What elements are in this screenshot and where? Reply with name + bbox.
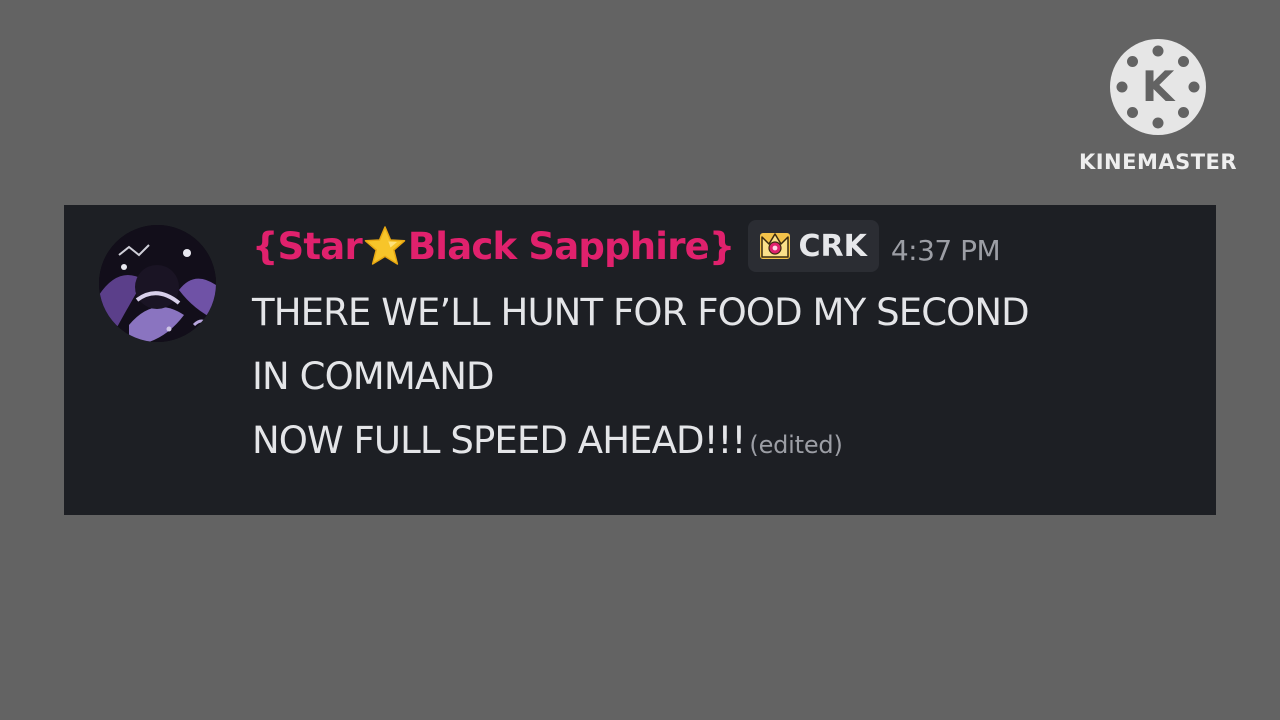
role-label: CRK bbox=[798, 228, 867, 264]
role-tag[interactable]: CRK bbox=[748, 220, 879, 272]
message-line-last: NOW FULL SPEED AHEAD!!! (edited) bbox=[252, 409, 1192, 473]
kinemaster-wordmark: KINEMASTER bbox=[1078, 150, 1238, 174]
message-header: {Star Black Sapphire} CRK 4:37 PM bbox=[252, 219, 1001, 273]
edited-indicator: (edited) bbox=[749, 431, 843, 459]
star-icon bbox=[364, 226, 406, 265]
avatar-image bbox=[99, 225, 216, 342]
message-timestamp[interactable]: 4:37 PM bbox=[891, 234, 1001, 267]
user-avatar[interactable] bbox=[99, 225, 216, 342]
username[interactable]: {Star Black Sapphire} bbox=[252, 224, 735, 268]
kinemaster-watermark: K KINEMASTER bbox=[1070, 38, 1246, 178]
message-line: IN COMMAND bbox=[252, 355, 495, 398]
kinemaster-logo-icon: K bbox=[1110, 39, 1206, 135]
message-line: THERE WE’LL HUNT FOR FOOD MY SECOND bbox=[252, 291, 1030, 334]
username-suffix: Black Sapphire} bbox=[407, 224, 735, 268]
message-content: THERE WE’LL HUNT FOR FOOD MY SECOND IN C… bbox=[252, 281, 1192, 473]
message-line-text: NOW FULL SPEED AHEAD!!! bbox=[252, 419, 746, 462]
crown-icon bbox=[760, 233, 791, 259]
kinemaster-logo-letter: K bbox=[1142, 62, 1176, 111]
chat-message: {Star Black Sapphire} CRK 4:37 PM THERE … bbox=[64, 205, 1216, 515]
username-prefix: {Star bbox=[252, 224, 363, 268]
video-frame: K KINEMASTER {Star Black Sapphire} CRK 4… bbox=[0, 0, 1280, 720]
